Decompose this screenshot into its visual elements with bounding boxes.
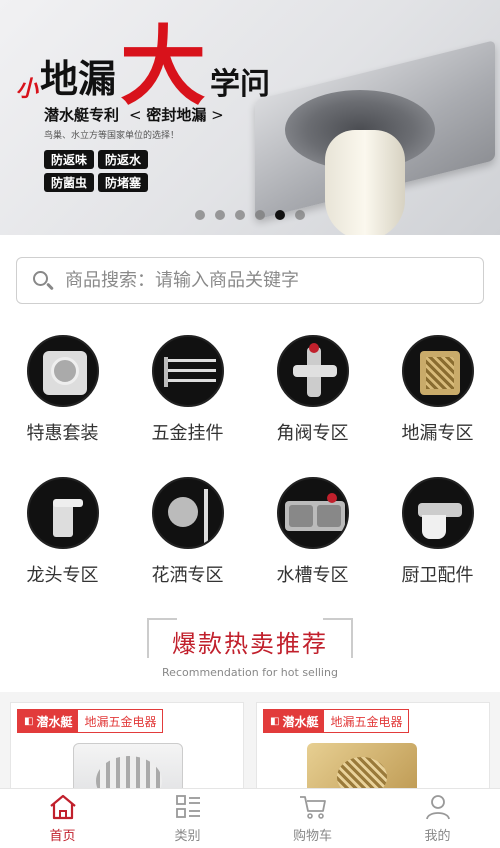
banner-description: 鸟巢、水立方等国家单位的选择！ <box>44 131 180 141</box>
floor-drain-set-icon <box>26 335 99 407</box>
category-icon <box>175 795 200 818</box>
banner-tag: 防返味 <box>44 150 94 169</box>
brand-logo-icon: ◧ <box>270 715 280 727</box>
banner-tag: 防堵塞 <box>98 173 148 192</box>
banner-tags: 防返味 防返水 防菌虫 防堵塞 <box>44 150 148 192</box>
sink-icon <box>276 477 349 549</box>
brand-category: 地漏五金电器 <box>324 710 409 732</box>
category-item-kitchen-bath-fittings[interactable]: 厨卫配件 <box>375 467 500 597</box>
category-label: 龙头专区 <box>26 565 99 586</box>
category-grid: 特惠套装 五金挂件 角阀专区 地漏专区 龙头专区 花洒专区 水槽专区 厨卫配件 <box>0 325 500 610</box>
faucet-icon <box>26 477 99 549</box>
hot-title-frame: 爆款热卖推荐 Recommendation for hot selling <box>145 618 355 679</box>
category-label: 五金挂件 <box>151 423 224 444</box>
banner-tag: 防菌虫 <box>44 173 94 192</box>
shower-icon <box>151 477 224 549</box>
bottom-tab-bar: 首页 类别 购物车 我的 <box>0 788 500 848</box>
brand-name: ◧ 潜水艇 <box>18 710 79 732</box>
banner-prefix: 小 <box>16 77 39 103</box>
banner-tag: 防返水 <box>98 150 148 169</box>
banner-headline-a: 地漏 <box>40 57 117 102</box>
tab-label: 我的 <box>424 829 451 844</box>
hot-selling-subtitle: Recommendation for hot selling <box>145 666 355 679</box>
promo-banner[interactable]: 小 地漏 大 学问 潜水艇专利 < 密封地漏 > 鸟巢、水立方等国家单位的选择！… <box>0 0 500 235</box>
carousel-dot[interactable] <box>195 210 205 220</box>
carousel-dot[interactable] <box>295 210 305 220</box>
category-label: 水槽专区 <box>276 565 349 586</box>
category-label: 厨卫配件 <box>401 565 474 586</box>
category-item-sink[interactable]: 水槽专区 <box>250 467 375 597</box>
brand-badge: ◧ 潜水艇 地漏五金电器 <box>17 709 164 733</box>
carousel-dots[interactable] <box>195 210 305 220</box>
category-label: 花洒专区 <box>151 565 224 586</box>
product-list: ◧ 潜水艇 地漏五金电器 ◧ 潜水艇 地漏五金电器 <box>0 692 500 822</box>
category-label: 特惠套装 <box>26 423 99 444</box>
hot-selling-title: 爆款热卖推荐 <box>172 630 328 658</box>
tab-label: 购物车 <box>292 829 332 844</box>
category-item-faucet[interactable]: 龙头专区 <box>0 467 125 597</box>
tab-home[interactable]: 首页 <box>0 789 125 848</box>
floor-drain-icon <box>401 335 474 407</box>
tab-cart[interactable]: 购物车 <box>250 789 375 848</box>
category-item-floor-drain[interactable]: 地漏专区 <box>375 325 500 455</box>
banner-headline: 小 地漏 大 学问 <box>16 16 270 117</box>
brand-logo-icon: ◧ <box>24 715 34 727</box>
banner-subtitle: 潜水艇专利 < 密封地漏 > <box>44 104 224 125</box>
banner-subtitle-topic: 密封地漏 <box>146 106 207 124</box>
carousel-dot[interactable] <box>255 210 265 220</box>
banner-right-angle: > <box>206 106 224 124</box>
category-item-shower[interactable]: 花洒专区 <box>125 467 250 597</box>
tab-profile[interactable]: 我的 <box>375 789 500 848</box>
cart-icon <box>299 796 326 819</box>
category-item-angle-valve[interactable]: 角阀专区 <box>250 325 375 455</box>
search-icon <box>31 269 55 293</box>
banner-subtitle-brand: 潜水艇专利 <box>44 106 120 124</box>
brand-category: 地漏五金电器 <box>78 710 163 732</box>
floor-drain-product-image <box>245 40 500 235</box>
fitting-icon <box>401 477 474 549</box>
banner-left-angle: < <box>124 106 147 124</box>
tab-label: 首页 <box>49 829 76 844</box>
search-area <box>0 235 500 325</box>
category-item-hardware[interactable]: 五金挂件 <box>125 325 250 455</box>
carousel-dot[interactable] <box>215 210 225 220</box>
search-input[interactable] <box>65 270 465 291</box>
carousel-dot-active[interactable] <box>275 210 285 220</box>
towel-rack-icon <box>151 335 224 407</box>
category-label: 角阀专区 <box>276 423 349 444</box>
category-label: 地漏专区 <box>401 423 474 444</box>
profile-icon <box>425 795 450 820</box>
brand-name: ◧ 潜水艇 <box>264 710 325 732</box>
tab-category[interactable]: 类别 <box>125 789 250 848</box>
banner-headline-big: 大 <box>120 16 207 117</box>
search-box[interactable] <box>16 257 484 304</box>
home-icon <box>49 794 76 820</box>
angle-valve-icon <box>276 335 349 407</box>
carousel-dot[interactable] <box>235 210 245 220</box>
brand-badge: ◧ 潜水艇 地漏五金电器 <box>263 709 410 733</box>
hot-selling-section-header: 爆款热卖推荐 Recommendation for hot selling <box>0 610 500 692</box>
category-item-special-sets[interactable]: 特惠套装 <box>0 325 125 455</box>
tab-label: 类别 <box>174 829 201 844</box>
